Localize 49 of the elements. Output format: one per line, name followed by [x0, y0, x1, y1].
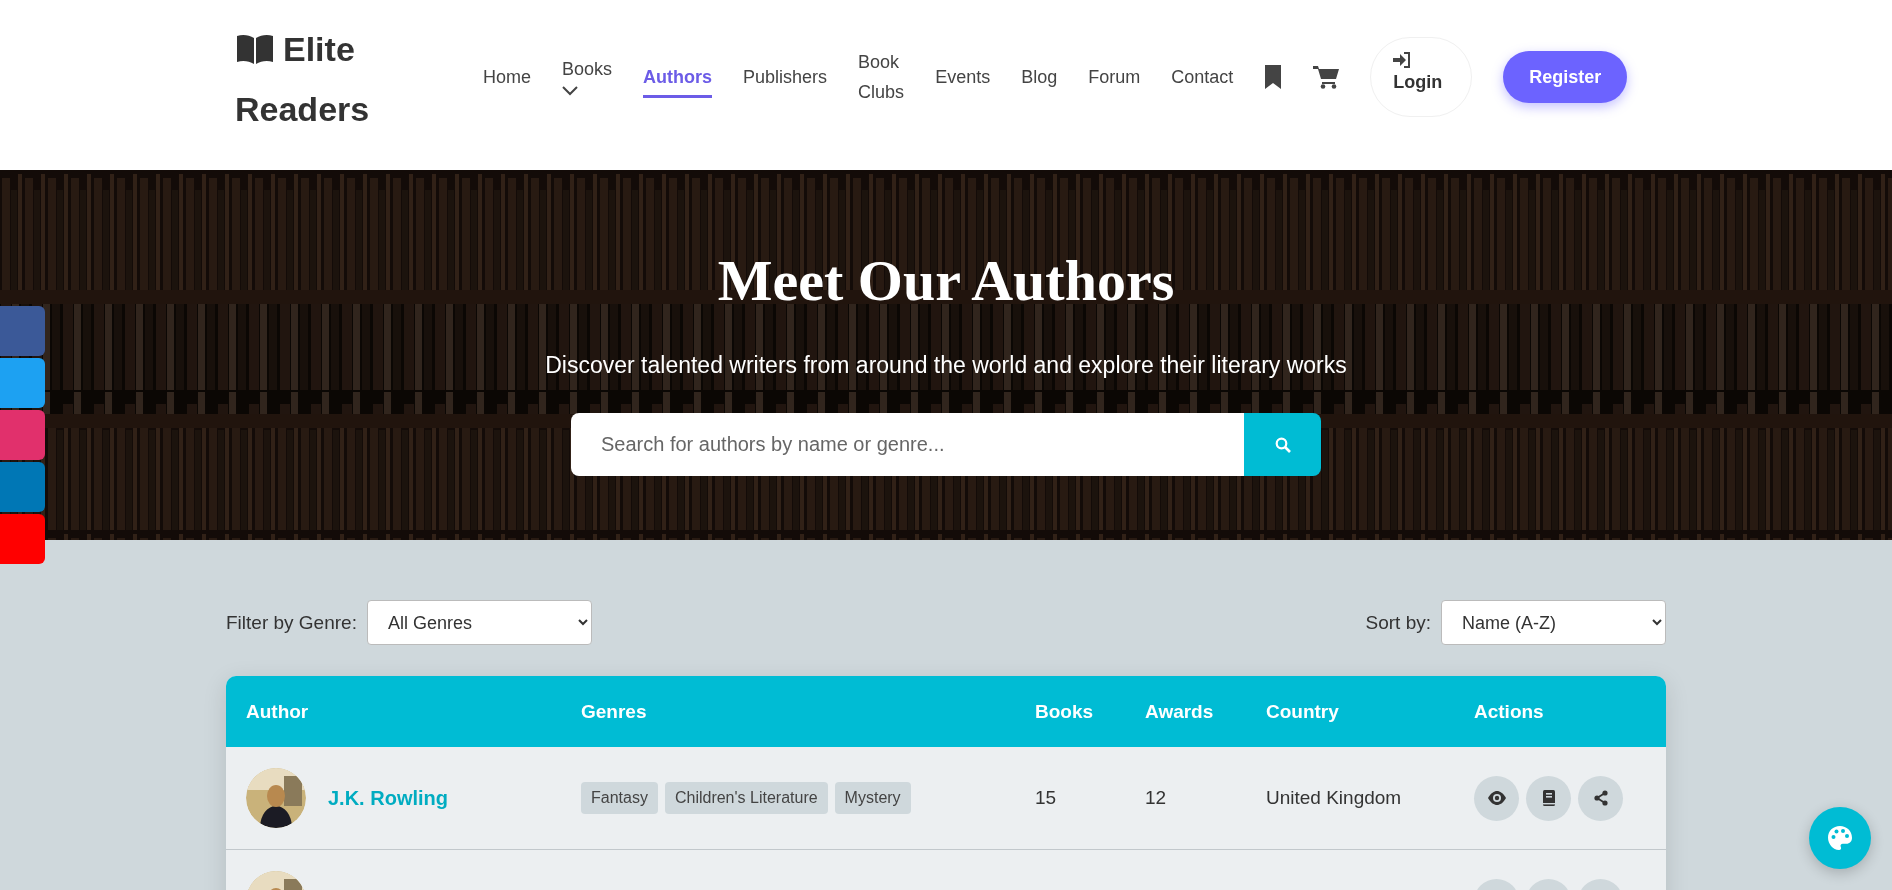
share-icon: [1591, 790, 1610, 806]
genre-tag: Fantasy: [581, 782, 658, 814]
nav-link[interactable]: Books: [562, 54, 613, 100]
search-button[interactable]: [1244, 413, 1321, 476]
column-header: Country: [1265, 700, 1340, 723]
column-header: Awards: [1144, 700, 1215, 723]
social-tab[interactable]: [0, 306, 45, 356]
column-header: Actions: [1473, 700, 1545, 723]
social-tab[interactable]: [0, 462, 45, 512]
hero-subtitle: Discover talented writers from around the world and explore their literary works: [545, 352, 1347, 379]
table-cell: 12: [1145, 787, 1167, 808]
eye-icon: [1487, 790, 1506, 806]
social-tab[interactable]: [0, 410, 45, 460]
nav-link[interactable]: Blog: [1021, 62, 1058, 92]
nav-link[interactable]: Book Clubs: [858, 47, 905, 107]
sort-select[interactable]: Name (A-Z): [1441, 600, 1666, 645]
nav-link[interactable]: Events: [935, 62, 991, 92]
nav-link[interactable]: Publishers: [743, 62, 828, 92]
search-icon: [1274, 436, 1291, 453]
palette-button[interactable]: [1809, 807, 1871, 869]
logo[interactable]: Elite Readers: [226, 21, 483, 137]
genre-tag: Children's Literature: [664, 782, 828, 814]
column-header: Genres: [580, 700, 648, 723]
column-header: Author: [245, 700, 310, 723]
nav-link[interactable]: Home: [483, 62, 531, 92]
social-tab[interactable]: [0, 358, 45, 408]
books-button[interactable]: [1526, 775, 1571, 821]
nav-link[interactable]: Authors: [643, 62, 713, 98]
nav-link[interactable]: Forum: [1088, 62, 1141, 92]
social-tab[interactable]: [0, 514, 45, 564]
field-label: Sort by:: [1365, 611, 1431, 634]
register-button[interactable]: Register: [1503, 51, 1628, 103]
genre-select[interactable]: All Genres: [366, 600, 592, 645]
sign-in-icon: [1393, 52, 1412, 68]
share-button[interactable]: [1578, 775, 1623, 821]
column-header: Books: [1034, 700, 1095, 723]
login-button[interactable]: Login: [1370, 37, 1473, 117]
palette-icon: [1827, 825, 1853, 851]
table-cell: United Kingdom: [1266, 787, 1402, 808]
genre-tag: Mystery: [834, 782, 911, 814]
open-book-icon: [235, 33, 275, 65]
field-label: Filter by Genre:: [226, 611, 357, 634]
view-button[interactable]: [1474, 775, 1519, 821]
bookmark-icon[interactable]: [1264, 65, 1283, 89]
table-cell: 15: [1035, 787, 1057, 808]
search-field[interactable]: Search for authors by name or genre...: [571, 413, 1244, 476]
cart-icon[interactable]: [1313, 65, 1340, 89]
nav-link[interactable]: Contact: [1171, 62, 1234, 92]
page-title: Meet Our Authors: [717, 247, 1175, 315]
